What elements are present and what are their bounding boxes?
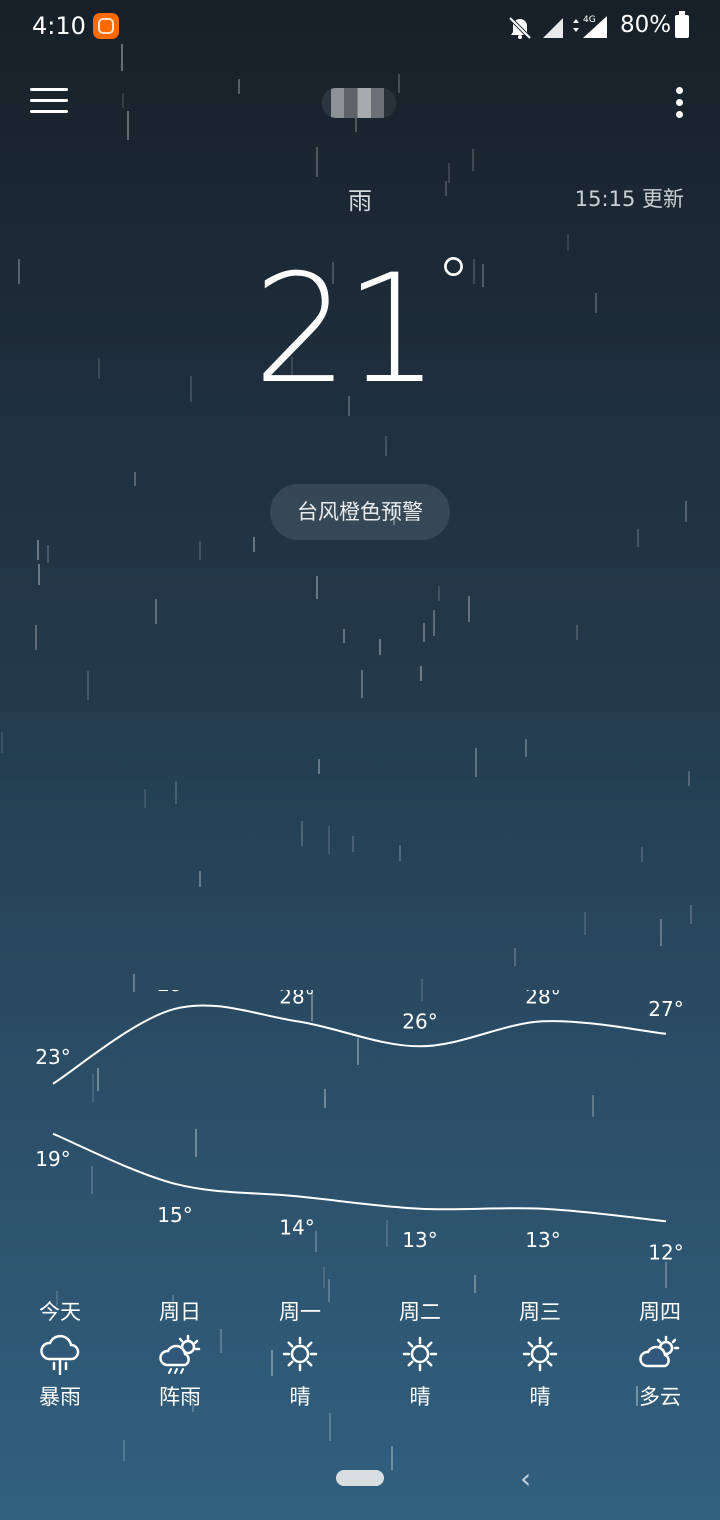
high-temp-label: 27° (648, 997, 683, 1021)
svg-text:4G: 4G (583, 15, 596, 25)
status-time: 4:10 (32, 12, 86, 40)
condition-label: 晴 (289, 1385, 311, 1409)
forecast-day[interactable]: 周三 晴 (480, 1296, 600, 1414)
low-temp-line (52, 1132, 667, 1223)
mute-bell-icon (508, 16, 532, 40)
signal-sim1-icon (543, 18, 563, 38)
high-temp-label: 26° (402, 1009, 437, 1033)
day-label: 周四 (639, 1300, 681, 1324)
sunny-icon (282, 1336, 318, 1372)
menu-icon[interactable] (30, 88, 68, 118)
forecast-day[interactable]: 今天 暴雨 (0, 1296, 120, 1414)
rain-animation-background (1, 44, 692, 1470)
cloudy-icon (639, 1335, 680, 1368)
signal-4g-icon: 4G (573, 15, 607, 38)
low-temp-label: 12° (648, 1240, 683, 1264)
typhoon-warning-badge[interactable]: 台风橙色预警 (270, 484, 450, 540)
low-temp-label: 19° (35, 1147, 70, 1171)
condition-label: 多云 (639, 1385, 681, 1409)
shower-icon (159, 1334, 201, 1374)
battery-percent: 80% (620, 12, 672, 38)
battery-icon (675, 11, 689, 38)
low-temp-label: 14° (279, 1215, 314, 1239)
high-temp-label: 28° (279, 990, 314, 1008)
daily-forecast: 今天 暴雨 周日 阵雨 周一 晴 周二 晴 周三 晴 周四 多云 (0, 1296, 720, 1426)
forecast-day[interactable]: 周一 晴 (240, 1296, 360, 1414)
day-label: 今天 (39, 1300, 81, 1324)
day-label: 周二 (399, 1300, 441, 1324)
high-temp-label: 28° (525, 990, 560, 1008)
low-temp-label: 13° (402, 1228, 437, 1252)
update-time: 15:15 更新 (574, 187, 684, 211)
day-label: 周日 (159, 1300, 201, 1324)
temperature-forecast-chart: 23° 29° 28° 26° 28° 27° 19° 15° 14° 13° 13° 12° (35, 990, 683, 1264)
forecast-day[interactable]: 周日 阵雨 (120, 1296, 240, 1414)
low-temp-label: 15° (157, 1203, 192, 1227)
heavy-rain-icon (40, 1334, 80, 1375)
day-label: 周一 (279, 1300, 321, 1324)
back-chevron-icon[interactable]: ‹ (520, 1462, 531, 1495)
forecast-day[interactable]: 周四 多云 (600, 1296, 720, 1414)
condition-label: 暴雨 (39, 1385, 81, 1409)
high-temp-line (52, 1004, 667, 1085)
mi-app-notification-icon (93, 13, 119, 39)
current-temperature: 21° (253, 243, 471, 417)
sunny-icon (522, 1336, 558, 1372)
location-title-redacted[interactable] (322, 88, 396, 118)
day-label: 周三 (519, 1300, 561, 1324)
high-temp-label: 29° (157, 990, 192, 996)
condition-label: 晴 (409, 1385, 431, 1409)
forecast-day[interactable]: 周二 晴 (360, 1296, 480, 1414)
high-temp-label: 23° (35, 1045, 70, 1069)
condition-label: 阵雨 (159, 1385, 201, 1409)
sunny-icon (402, 1336, 438, 1372)
home-gesture-pill[interactable] (336, 1470, 384, 1486)
more-options-icon[interactable] (676, 87, 686, 123)
low-temp-label: 13° (525, 1228, 560, 1252)
condition-label: 晴 (529, 1385, 551, 1409)
